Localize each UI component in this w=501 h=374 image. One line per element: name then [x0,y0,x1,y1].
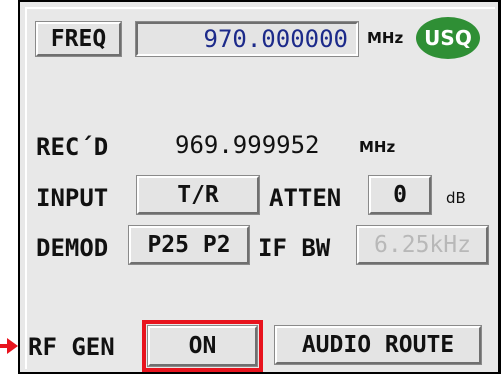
audio-route-button[interactable]: AUDIO ROUTE [274,325,482,365]
atten-label: ATTEN [269,184,342,212]
freq-value-field[interactable]: 970.000000 [135,21,359,57]
ifbw-label: IF BW [258,234,331,262]
ifbw-button[interactable]: 6.25kHz [356,225,489,265]
usq-mode-badge[interactable]: USQ [416,17,480,59]
atten-unit: dB [446,189,466,207]
freq-unit: MHz [367,29,404,47]
input-label: INPUT [36,184,109,212]
rfgen-label: RF GEN [28,333,115,361]
input-button[interactable]: T/R [136,175,260,215]
atten-button[interactable]: 0 [368,175,432,215]
demod-button[interactable]: P25 P2 [128,225,250,265]
freq-button[interactable]: FREQ [35,21,122,57]
recd-value: 969.999952 [175,131,320,159]
demod-label: DEMOD [36,234,109,262]
pointer-arrow-icon [0,338,18,354]
recd-unit: MHz [359,138,396,156]
rfgen-on-button[interactable]: ON [147,325,258,367]
recd-label: REC´D [36,133,109,161]
